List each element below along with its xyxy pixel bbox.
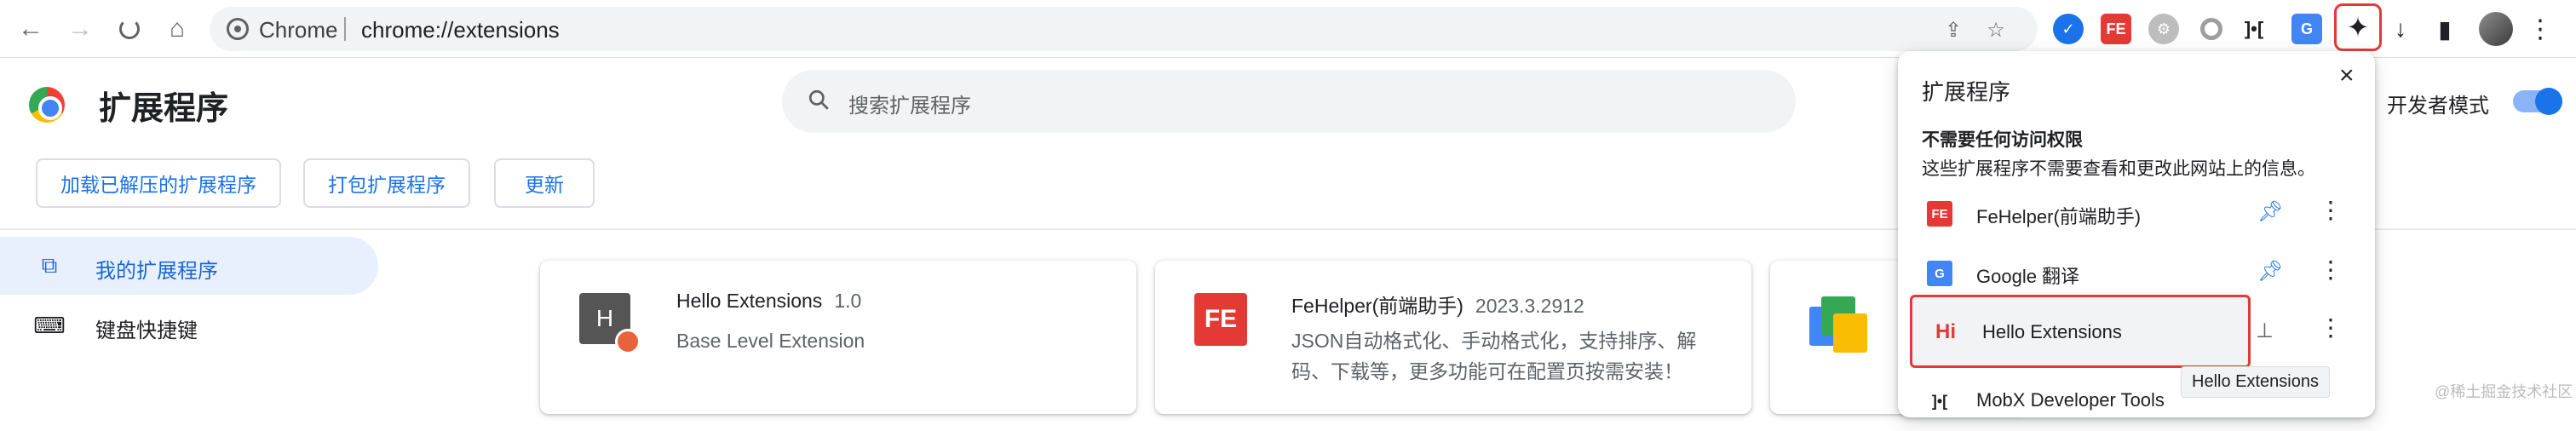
- extension-name: Hello Extensions 1.0: [676, 290, 862, 312]
- pin-icon[interactable]: 📌︎: [2257, 259, 2283, 284]
- popup-item-fehelper[interactable]: FE FeHelper(前端助手) 📌︎ ⋮: [1906, 184, 2366, 244]
- browser-toolbar: ← → ⌂ Chrome chrome://extensions ⇪ ☆ ✓ F…: [0, 0, 2576, 58]
- developer-mode-label: 开发者模式: [2387, 95, 2489, 118]
- developer-mode-toggle[interactable]: [2513, 88, 2562, 115]
- url-text[interactable]: chrome://extensions: [361, 17, 560, 43]
- sidebar-item-label: 键盘快捷键: [95, 319, 198, 342]
- load-unpacked-button[interactable]: 加载已解压的扩展程序: [36, 158, 281, 208]
- pack-extension-button[interactable]: 打包扩展程序: [303, 158, 470, 208]
- browser-menu-icon[interactable]: ⋮: [2527, 12, 2553, 46]
- toolbar-google-translate-icon[interactable]: G: [2291, 14, 2322, 44]
- popup-section-description: 这些扩展程序不需要查看和更改此网站上的信息。: [1922, 159, 2315, 179]
- hello-extensions-icon: H: [579, 293, 641, 354]
- popup-item-label: Hello Extensions: [1982, 321, 2122, 342]
- toolbar-extension-icon-4[interactable]: [2196, 14, 2227, 44]
- reload-button[interactable]: [111, 10, 148, 48]
- tooltip: Hello Extensions: [2181, 366, 2330, 398]
- update-button[interactable]: 更新: [494, 158, 595, 208]
- keyboard-icon: ⌨: [33, 312, 66, 338]
- close-icon[interactable]: ×: [2339, 61, 2355, 90]
- chrome-site-icon: [227, 18, 249, 40]
- extension-description: JSON自动格式化、手动格式化，支持排序、解 码、下载等，更多功能可在配置页按需…: [1291, 330, 1697, 382]
- chrome-logo-icon: [29, 87, 65, 123]
- reload-icon: [119, 19, 140, 39]
- toolbar-mobx-icon[interactable]: ]•[: [2239, 14, 2269, 44]
- popup-title: 扩展程序: [1922, 79, 2011, 105]
- watermark: @稀土掘金技术社区: [2435, 383, 2573, 400]
- omnibox-chip: Chrome: [259, 17, 338, 43]
- forward-button[interactable]: →: [61, 10, 99, 48]
- popup-section-heading: 不需要任何访问权限: [1922, 130, 2083, 150]
- extension-card: H Hello Extensions 1.0 Base Level Extensi…: [540, 261, 1136, 414]
- pin-icon[interactable]: 📌︎: [2257, 199, 2283, 224]
- extension-card: FE FeHelper(前端助手) 2023.3.2912 JSON自动格式化、手…: [1155, 261, 1751, 414]
- search-extensions-input[interactable]: 搜索扩展程序: [782, 70, 1796, 133]
- back-button[interactable]: ←: [12, 10, 49, 48]
- fehelper-icon: FE: [1927, 201, 1952, 227]
- hello-extensions-icon: Hi: [1935, 320, 1956, 343]
- sidebar-item-my-extensions[interactable]: ⧉ 我的扩展程序: [0, 237, 378, 295]
- bookmark-star-icon[interactable]: ☆: [1981, 15, 2010, 44]
- extension-icon: ⧉: [41, 252, 58, 278]
- extensions-puzzle-icon[interactable]: ✦: [2334, 3, 2382, 51]
- google-translate-card-icon: [1809, 293, 1867, 353]
- mobx-icon: ]•[: [1931, 392, 1948, 410]
- search-placeholder: 搜索扩展程序: [848, 95, 971, 118]
- popup-item-label: MobX Developer Tools: [1976, 389, 2165, 411]
- popup-item-hello-extensions[interactable]: Hi Hello Extensions: [1910, 295, 2251, 368]
- profile-avatar[interactable]: [2479, 12, 2513, 46]
- omnibox[interactable]: Chrome chrome://extensions ⇪ ☆: [210, 7, 2038, 51]
- search-icon: [808, 89, 829, 110]
- popup-item-label: FeHelper(前端助手): [1976, 206, 2142, 227]
- more-options-icon[interactable]: ⋮: [2319, 256, 2343, 284]
- share-icon[interactable]: ⇪: [1939, 15, 1968, 44]
- sidebar-item-label: 我的扩展程序: [95, 260, 218, 283]
- fehelper-icon: FE: [1194, 293, 1249, 348]
- more-options-icon[interactable]: ⋮: [2319, 196, 2343, 224]
- home-button[interactable]: ⌂: [158, 10, 196, 48]
- download-icon[interactable]: ↓: [2385, 14, 2416, 44]
- toolbar-extension-icon-1[interactable]: ✓: [2053, 14, 2084, 44]
- page-title: 扩展程序: [99, 91, 229, 127]
- extension-description: Base Level Extension: [676, 330, 865, 352]
- pin-icon[interactable]: ⊥: [2256, 319, 2274, 343]
- toolbar-extension-icon-3[interactable]: ⚙: [2148, 14, 2179, 44]
- popup-item-label: Google 翻译: [1976, 266, 2080, 287]
- more-options-icon[interactable]: ⋮: [2319, 313, 2343, 342]
- omnibox-separator: [344, 17, 346, 41]
- google-translate-icon: G: [1927, 261, 1952, 286]
- side-panel-icon[interactable]: ▮: [2429, 14, 2460, 44]
- extension-name: FeHelper(前端助手) 2023.3.2912: [1291, 295, 1584, 317]
- sidebar-item-keyboard-shortcuts[interactable]: ⌨ 键盘快捷键: [0, 296, 378, 354]
- extensions-menu-popup: 扩展程序 × 不需要任何访问权限 这些扩展程序不需要查看和更改此网站上的信息。 …: [1898, 51, 2375, 417]
- toolbar-fehelper-icon[interactable]: FE: [2101, 14, 2131, 44]
